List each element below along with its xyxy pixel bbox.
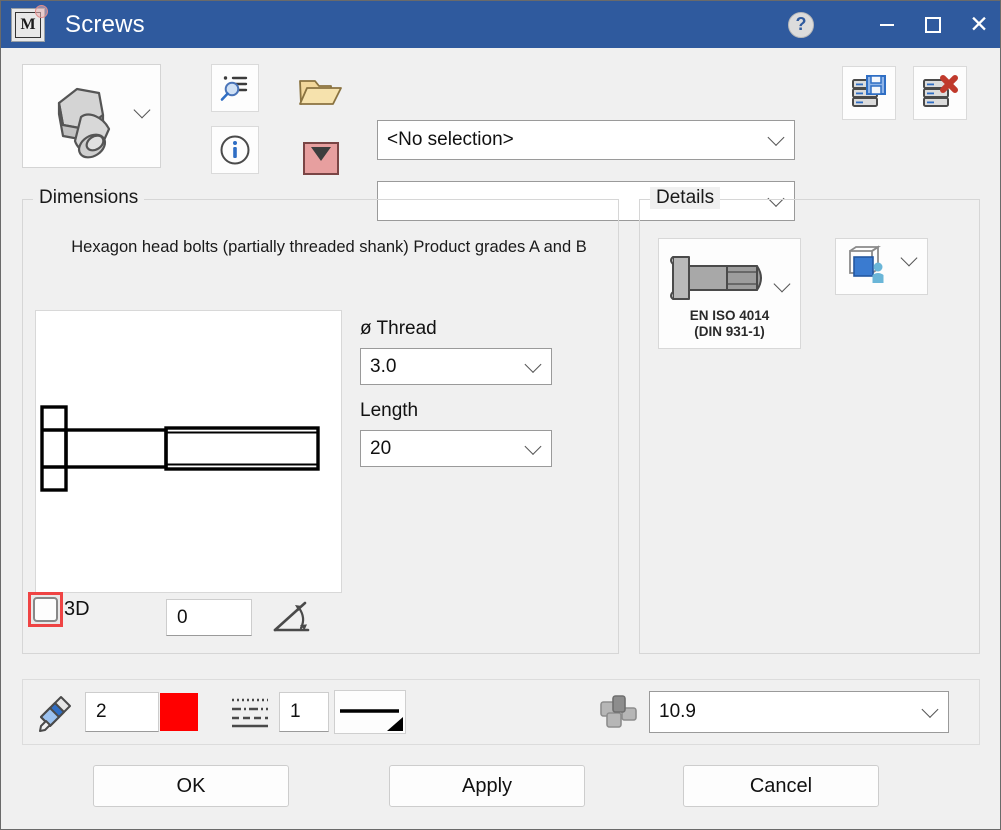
line-weight-dropdown[interactable] [334,690,406,734]
search-list-icon [220,76,248,101]
chevron-down-icon [921,701,939,718]
three-d-checkbox[interactable] [33,597,58,622]
minimize-icon [880,23,894,26]
top-toolbar: <No selection> [1,48,1000,221]
standard-label-line1: EN ISO 4014 [689,308,770,323]
chevron-down-icon [767,129,785,146]
line-type-number-value: 1 [290,701,301,722]
open-folder-icon [299,80,342,105]
part-thumbnail-dropdown[interactable] [22,64,161,168]
red-dropdown-icon [303,142,339,175]
selection-combo-value: <No selection> [387,129,514,150]
hex-bolt-side-icon [670,256,762,300]
hex-bolt-3d-icon [57,87,111,159]
delete-from-database-button[interactable] [913,66,967,120]
view-representation-dropdown[interactable] [835,238,928,295]
thread-combo[interactable]: 3.0 [360,348,552,385]
material-grade-combo[interactable]: 10.9 [649,691,949,733]
app-logo-badge [35,4,48,18]
title-bar: M Screws ? ✕ [1,1,1000,48]
line-type-button[interactable] [229,696,271,730]
line-type-icon [232,698,268,728]
close-button[interactable]: ✕ [956,1,1000,48]
minimize-button[interactable] [864,1,910,48]
color-swatch[interactable] [160,693,198,731]
three-d-label: 3D [64,598,90,620]
line-type-number-input[interactable]: 1 [279,692,329,732]
material-grade-value: 10.9 [659,701,696,722]
focus-highlight [28,592,63,627]
maximize-button[interactable] [910,1,956,48]
expand-collapse-button[interactable] [299,136,343,180]
open-file-button[interactable] [297,74,345,110]
chevron-down-icon [900,249,918,267]
part-preview-drawing [35,310,342,593]
angle-input[interactable]: 0 [166,599,252,636]
close-icon: ✕ [969,11,989,37]
ok-button[interactable]: OK [93,765,289,807]
delete-database-icon [923,75,958,107]
parts-group-icon [600,695,637,728]
length-label: Length [360,400,419,421]
apply-button[interactable]: Apply [389,765,585,807]
dimensions-group: Dimensions Hexagon head bolts (partially… [22,187,619,654]
chevron-down-icon [524,437,542,455]
window-title: Screws [65,10,145,38]
info-button[interactable] [211,126,259,174]
pen-number-input[interactable]: 2 [85,692,159,732]
cancel-button[interactable]: Cancel [683,765,879,807]
selection-combo[interactable]: <No selection> [377,120,795,160]
standard-label-line2: (DIN 931-1) [694,324,765,339]
dimensions-group-title: Dimensions [33,187,145,209]
standard-label: EN ISO 4014 (DIN 931-1) [659,308,800,340]
chevron-down-icon [133,101,151,119]
length-combo[interactable]: 20 [360,430,552,467]
maximize-icon [925,16,941,33]
save-to-database-button[interactable] [842,66,896,120]
pen-number-value: 2 [96,701,107,722]
browse-parts-button[interactable] [211,64,259,112]
angle-input-value: 0 [177,606,188,628]
help-button[interactable]: ? [788,11,814,38]
property-bar: 2 1 10.9 [22,679,980,745]
material-group-button[interactable] [597,692,641,734]
thread-combo-value: 3.0 [370,355,397,377]
bolt-side-view-drawing [40,405,320,492]
pen-button[interactable] [33,692,75,734]
part-description: Hexagon head bolts (partially threaded s… [71,238,587,256]
chevron-down-icon [773,275,791,293]
angle-button[interactable] [271,598,315,636]
save-database-icon [852,75,886,107]
app-logo-icon: M [11,4,48,42]
info-icon [220,135,250,165]
view-representation-icon [849,244,884,283]
thread-label: ø Thread [360,318,437,339]
pen-icon [39,696,71,732]
angle-icon [273,601,310,632]
line-weight-preview [340,709,403,731]
details-group-title: Details [650,187,721,209]
chevron-down-icon [524,355,542,373]
details-group: Details EN ISO 4014 (DIN 931-1) [639,187,980,654]
three-d-checkbox-row: 3D [28,592,90,627]
standard-selector[interactable]: EN ISO 4014 (DIN 931-1) [658,238,801,349]
length-combo-value: 20 [370,437,392,459]
screws-dialog-window: M Screws ? ✕ <No selection> Dimensions H… [0,0,1001,830]
